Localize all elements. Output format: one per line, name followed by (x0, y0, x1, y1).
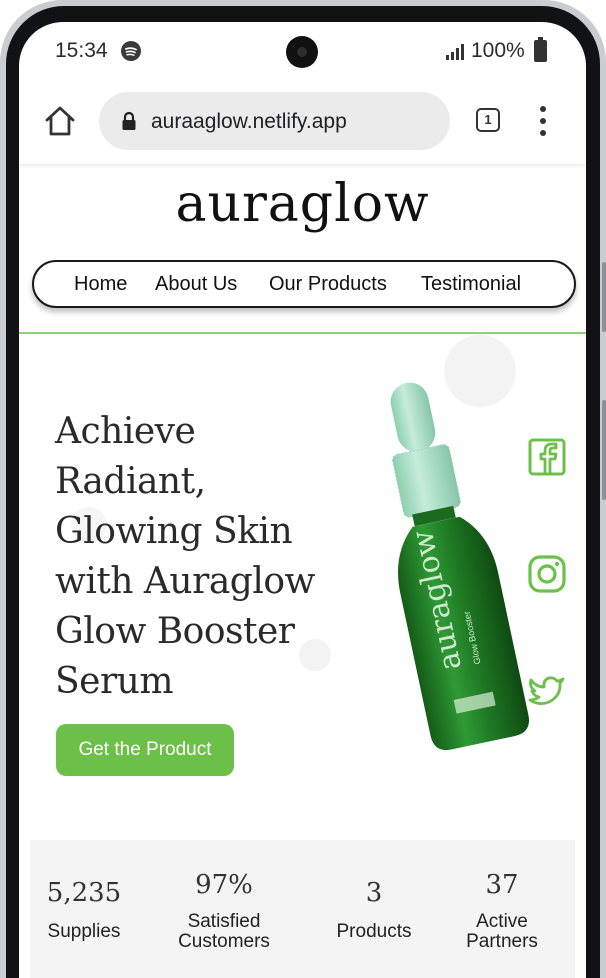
lock-icon (122, 111, 136, 130)
screen: 15:34 100% auraaglow.netlify.app 1 aurag… (19, 22, 586, 978)
nav-our-products[interactable]: Our Products (269, 273, 387, 296)
status-bar: 15:34 100% (19, 22, 586, 80)
instagram-icon[interactable] (527, 554, 567, 594)
stat-products-value: 3 (365, 878, 383, 908)
volume-button (602, 262, 606, 332)
stat-partners-value: 37 (485, 870, 519, 900)
overflow-menu-icon[interactable] (540, 106, 546, 136)
hero-title: Achieve Radiant, Glowing Skin with Aurag… (55, 411, 315, 702)
spotify-icon (121, 41, 141, 61)
nav-home[interactable]: Home (74, 273, 127, 296)
battery-icon (534, 37, 547, 62)
browser-toolbar: auraaglow.netlify.app 1 (19, 80, 586, 164)
stats-panel: 5,235 Supplies 97% Satisfied Customers 3… (30, 840, 575, 978)
url-text[interactable]: auraaglow.netlify.app (151, 110, 347, 134)
front-camera (286, 36, 318, 68)
stat-supplies-value: 5,235 (46, 878, 122, 908)
tab-switcher-icon[interactable]: 1 (476, 108, 500, 132)
battery-percent: 100% (471, 39, 525, 62)
get-product-button[interactable]: Get the Product (56, 724, 234, 776)
address-bar[interactable]: auraaglow.netlify.app (99, 92, 450, 150)
facebook-icon[interactable] (527, 437, 567, 477)
stat-satisfied-label: Satisfied Customers (178, 911, 270, 952)
phone-frame: 15:34 100% auraaglow.netlify.app 1 aurag… (0, 0, 606, 978)
header-divider (19, 332, 586, 334)
serum-bottle-image: auraglow Glow Booster (390, 382, 529, 751)
main-nav: Home About Us Our Products Testimonial (32, 260, 576, 308)
power-button (602, 400, 606, 500)
stat-satisfied-value: 97% (195, 870, 253, 900)
nav-about-us[interactable]: About Us (155, 273, 237, 296)
home-icon[interactable] (43, 104, 77, 138)
stat-supplies-label: Supplies (47, 921, 121, 942)
status-time: 15:34 (55, 39, 108, 62)
nav-testimonial[interactable]: Testimonial (421, 273, 521, 296)
stat-products-label: Products (336, 921, 412, 942)
twitter-icon[interactable] (527, 670, 567, 710)
site-logo[interactable]: auraglow (19, 174, 586, 234)
signal-icon (446, 44, 464, 60)
stat-partners-label: Active Partners (466, 911, 538, 952)
